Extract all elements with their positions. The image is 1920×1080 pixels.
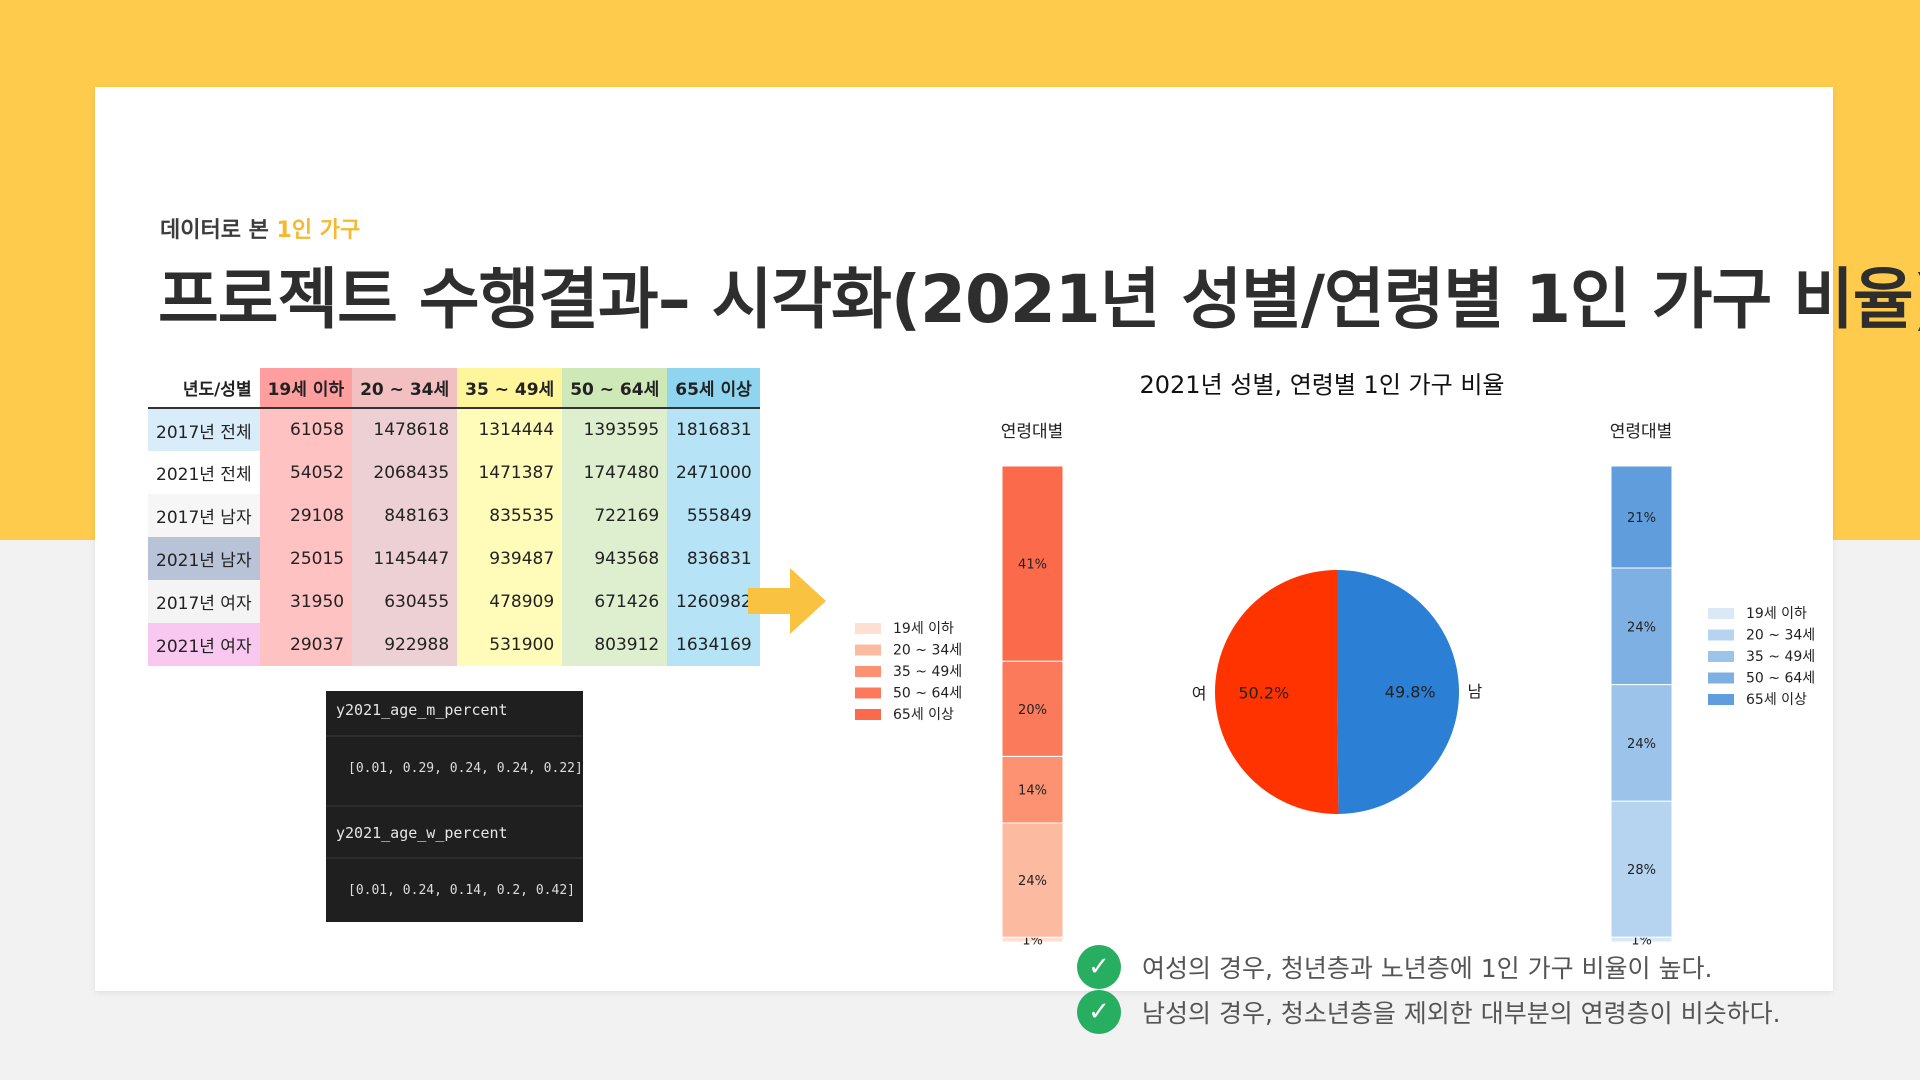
column-header: 19세 이하 [259, 368, 353, 409]
table-cell: 555849 [667, 494, 760, 537]
table-cell: 478909 [457, 580, 563, 623]
slide-subtitle: 데이터로 본 1인 가구 [160, 212, 360, 244]
table-cell: 1634169 [667, 623, 760, 666]
table-cell: 1747480 [562, 451, 668, 494]
code-divider [326, 805, 583, 807]
table-row: 2021년 여자 29037 922988 531900 803912 1634… [148, 623, 760, 666]
table-cell: 722169 [562, 494, 668, 537]
row-label: 2017년 남자 [148, 494, 260, 537]
conclusion-text: 남성의 경우, 청소년층을 제외한 대부분의 연령층이 비슷하다. [1142, 999, 1781, 1028]
code-variable-female: y2021_age_w_percent [336, 824, 508, 842]
code-value-male: [0.01, 0.29, 0.24, 0.24, 0.22] [348, 761, 583, 776]
table-cell: 943568 [562, 537, 668, 580]
column-header: 20 ~ 34세 [352, 368, 458, 409]
table-cell: 1260982 [667, 580, 760, 623]
code-variable-male: y2021_age_m_percent [336, 701, 508, 719]
table-cell: 922988 [352, 623, 458, 666]
table-header-row: 년도/성별 19세 이하 20 ~ 34세 35 ~ 49세 50 ~ 64세 … [148, 368, 760, 409]
table-cell: 1816831 [667, 408, 760, 451]
table-cell: 1478618 [352, 408, 458, 451]
conclusion-text: 여성의 경우, 청년층과 노년층에 1인 가구 비율이 높다. [1142, 954, 1713, 983]
table-row: 2017년 전체 61058 1478618 1314444 1393595 1… [148, 408, 760, 451]
table-cell: 54052 [259, 451, 353, 494]
column-header: 35 ~ 49세 [457, 368, 563, 409]
row-label: 2017년 전체 [148, 408, 260, 451]
row-label: 2021년 남자 [148, 537, 260, 580]
table-cell: 630455 [352, 580, 458, 623]
slide-title: 프로젝트 수행결과– 시각화(2021년 성별/연령별 1인 가구 비율) [158, 261, 1920, 338]
table-cell: 29037 [259, 623, 353, 666]
table-cell: 803912 [562, 623, 668, 666]
table-cell: 1393595 [562, 408, 668, 451]
right-arrow-icon [748, 568, 826, 634]
conclusion-item: ✓ 남성의 경우, 청소년층을 제외한 대부분의 연령층이 비슷하다. [1077, 990, 1781, 1034]
table-cell: 2068435 [352, 451, 458, 494]
table-cell: 2471000 [667, 451, 760, 494]
check-icon: ✓ [1077, 990, 1121, 1034]
subtitle-text: 데이터로 본 [160, 218, 277, 243]
table-cell: 25015 [259, 537, 353, 580]
table-cell: 1471387 [457, 451, 563, 494]
table-corner-header: 년도/성별 [148, 368, 260, 409]
conclusion-item: ✓ 여성의 경우, 청년층과 노년층에 1인 가구 비율이 높다. [1077, 945, 1712, 989]
check-icon: ✓ [1077, 945, 1121, 989]
row-label: 2017년 여자 [148, 580, 260, 623]
column-header: 65세 이상 [667, 368, 760, 409]
table-cell: 848163 [352, 494, 458, 537]
code-value-female: [0.01, 0.24, 0.14, 0.2, 0.42] [348, 883, 575, 898]
table-cell: 1314444 [457, 408, 563, 451]
table-cell: 531900 [457, 623, 563, 666]
row-label: 2021년 여자 [148, 623, 260, 666]
table-cell: 836831 [667, 537, 760, 580]
table-row: 2021년 전체 54052 2068435 1471387 1747480 2… [148, 451, 760, 494]
code-divider [326, 735, 583, 737]
table-cell: 939487 [457, 537, 563, 580]
row-label: 2021년 전체 [148, 451, 260, 494]
table-cell: 1145447 [352, 537, 458, 580]
code-output-box: y2021_age_m_percent [0.01, 0.29, 0.24, 0… [326, 691, 583, 922]
table-cell: 835535 [457, 494, 563, 537]
table-row: 2021년 남자 25015 1145447 939487 943568 836… [148, 537, 760, 580]
subtitle-highlight: 1인 가구 [276, 218, 361, 243]
table-cell: 31950 [259, 580, 353, 623]
table-cell: 29108 [259, 494, 353, 537]
column-header: 50 ~ 64세 [562, 368, 668, 409]
table-row: 2017년 남자 29108 848163 835535 722169 5558… [148, 494, 760, 537]
population-table: 년도/성별 19세 이하 20 ~ 34세 35 ~ 49세 50 ~ 64세 … [148, 368, 760, 666]
table-row: 2017년 여자 31950 630455 478909 671426 1260… [148, 580, 760, 623]
code-divider [326, 857, 583, 859]
table-cell: 671426 [562, 580, 668, 623]
table-cell: 61058 [259, 408, 353, 451]
